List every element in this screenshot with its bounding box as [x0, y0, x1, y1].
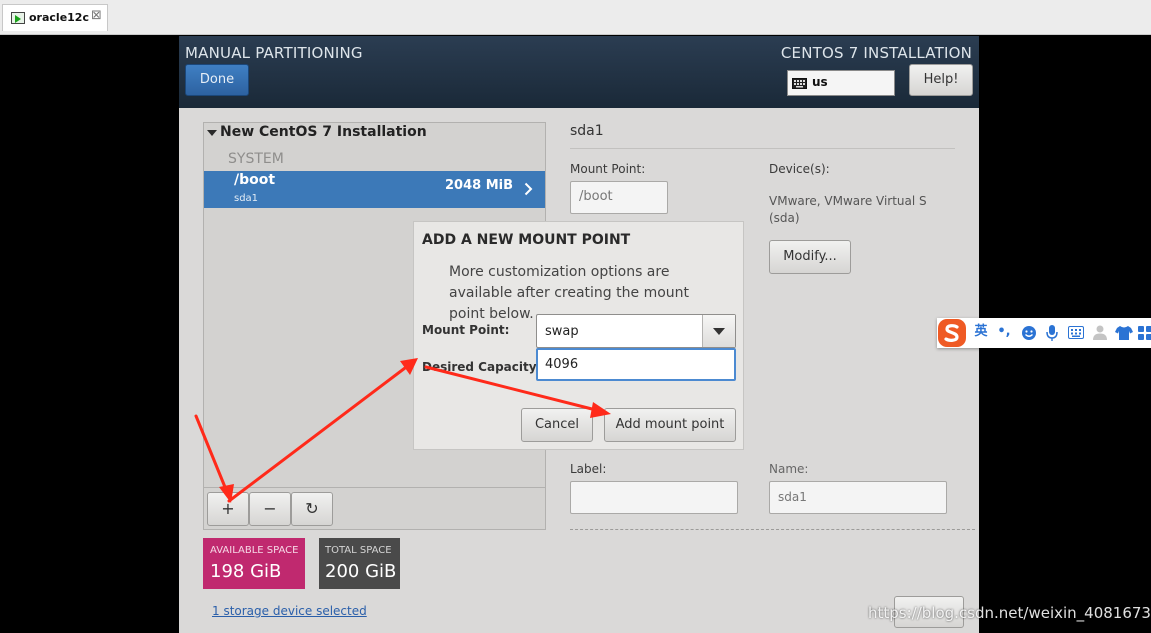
label-field-label: Label:: [570, 462, 607, 476]
devices-value: VMware, VMware Virtual S (sda): [769, 194, 927, 225]
header-bar: MANUAL PARTITIONING CENTOS 7 INSTALLATIO…: [179, 36, 979, 108]
name-field-value: sda1: [778, 490, 807, 504]
dialog-mount-point-label: Mount Point:: [422, 323, 510, 337]
cancel-button[interactable]: Cancel: [521, 408, 593, 442]
mount-point-combo[interactable]: swap: [536, 314, 736, 348]
dialog-capacity-label: Desired Capacity:: [422, 360, 542, 374]
emoji-icon[interactable]: [1021, 325, 1037, 341]
partition-row-boot[interactable]: /boot sda1 2048 MiB: [204, 171, 545, 208]
microphone-icon[interactable]: [1045, 324, 1059, 342]
partition-device-label: sda1: [234, 193, 259, 204]
keyboard-layout-label: us: [812, 75, 828, 89]
ime-language-toggle[interactable]: 英: [973, 324, 989, 340]
toolbox-icon[interactable]: [1138, 326, 1151, 340]
refresh-button[interactable]: ↻: [291, 492, 333, 526]
watermark-url: https://blog.csdn.net/weixin_40816738: [868, 604, 1151, 622]
vm-tab[interactable]: oracle12c ⊠: [2, 4, 108, 31]
modify-button[interactable]: Modify...: [769, 240, 851, 274]
mount-point-field[interactable]: /boot: [570, 181, 668, 214]
remove-mount-point-button[interactable]: −: [249, 492, 291, 526]
add-mount-point-button[interactable]: +: [207, 492, 249, 526]
done-button[interactable]: Done: [185, 64, 249, 96]
storage-device-link[interactable]: 1 storage device selected: [212, 604, 367, 618]
page-title: MANUAL PARTITIONING: [185, 44, 363, 62]
product-title: CENTOS 7 INSTALLATION: [780, 44, 972, 62]
combo-dropdown-button[interactable]: [702, 315, 735, 347]
partition-mount-label: /boot: [234, 172, 276, 188]
ime-punctuation-toggle[interactable]: •,: [996, 324, 1012, 340]
desired-capacity-value: 4096: [545, 357, 579, 372]
name-field-label: Name:: [769, 462, 809, 476]
close-icon[interactable]: ⊠: [91, 8, 102, 23]
partition-size-label: 2048 MiB: [444, 178, 513, 193]
keyboard-icon: [792, 78, 807, 89]
available-space-value: 198 GiB: [210, 561, 282, 582]
triangle-down-icon[interactable]: [207, 128, 217, 138]
ime-toolbar: 英 •,: [937, 318, 1151, 348]
available-space-tile: AVAILABLE SPACE 198 GiB: [203, 538, 305, 589]
label-field[interactable]: [570, 481, 738, 514]
installation-group-title[interactable]: New CentOS 7 Installation: [220, 124, 427, 140]
add-mount-point-dialog: ADD A NEW MOUNT POINT More customization…: [413, 221, 744, 450]
devices-label: Device(s):: [769, 162, 830, 176]
dialog-title: ADD A NEW MOUNT POINT: [422, 232, 631, 248]
toolbar-divider: [204, 487, 545, 488]
partition-details-title: sda1: [570, 123, 604, 139]
details-divider: [570, 148, 955, 149]
vm-icon: [11, 12, 25, 24]
skin-shirt-icon[interactable]: [1115, 325, 1133, 341]
user-icon[interactable]: [1092, 324, 1108, 341]
vm-tab-label: oracle12c: [29, 11, 89, 24]
add-mount-point-confirm-button[interactable]: Add mount point: [604, 408, 736, 442]
mount-point-combo-value: swap: [545, 324, 579, 339]
available-space-label: AVAILABLE SPACE: [210, 545, 299, 556]
details-dashed-divider: [570, 529, 975, 530]
desired-capacity-input[interactable]: 4096: [536, 348, 736, 381]
keyboard-layout-indicator[interactable]: us: [787, 70, 895, 96]
host-tab-bar: oracle12c ⊠: [0, 0, 1151, 35]
help-button[interactable]: Help!: [909, 64, 973, 96]
total-space-value: 200 GiB: [325, 561, 397, 582]
section-label-system: SYSTEM: [228, 151, 284, 167]
mount-point-label: Mount Point:: [570, 162, 646, 176]
total-space-tile: TOTAL SPACE 200 GiB: [319, 538, 400, 589]
mount-point-value: /boot: [579, 189, 613, 204]
chevron-right-icon: [524, 182, 533, 196]
total-space-label: TOTAL SPACE: [325, 545, 392, 556]
soft-keyboard-icon[interactable]: [1068, 326, 1084, 339]
chevron-down-icon: [713, 328, 725, 335]
name-field: sda1: [769, 481, 947, 514]
sogou-logo-icon[interactable]: [937, 318, 967, 348]
